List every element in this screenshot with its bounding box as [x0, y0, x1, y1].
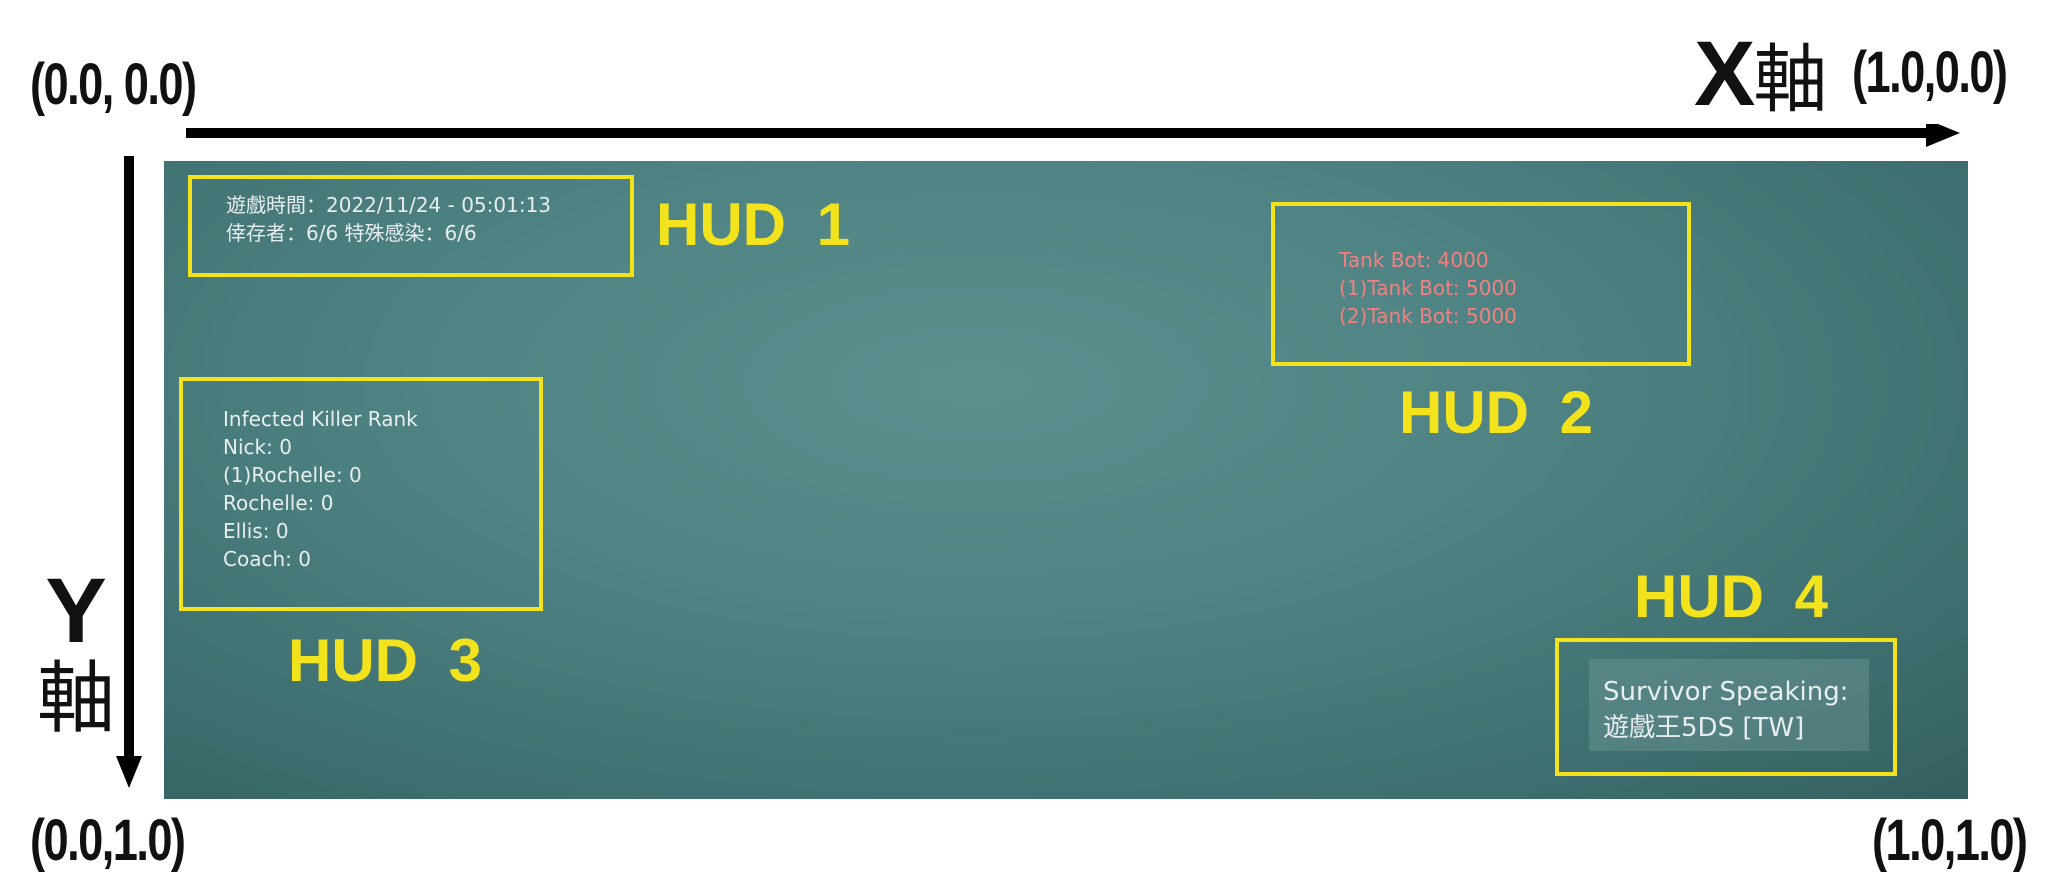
y-axis-title: Y 軸 — [36, 560, 116, 744]
hud4-line-speaker: 遊戲王5DS [TW] — [1603, 713, 1805, 743]
hud2-line-tank-1: Tank Bot: 4000 — [1339, 248, 1489, 272]
hud3-content: Infected Killer Rank Nick: 0 (1)Rochelle… — [223, 405, 418, 573]
corner-label-bottom-left: (0.0,1.0) — [30, 808, 186, 873]
corner-label-top-left: (0.0, 0.0) — [30, 52, 197, 117]
x-axis-arrow-icon — [186, 124, 1960, 147]
y-axis-kanji: 軸 — [36, 654, 115, 744]
hud1-content: 遊戲時間：2022/11/24 - 05:01:13 倖存者：6/6 特殊感染：… — [226, 191, 551, 247]
hud2-frame: Tank Bot: 4000 (1)Tank Bot: 5000 (2)Tank… — [1271, 202, 1691, 366]
x-axis-title: X軸 — [1694, 28, 1827, 120]
corner-label-top-right: (1.0,0.0) — [1852, 40, 2008, 105]
hud1-line-time: 遊戲時間：2022/11/24 - 05:01:13 — [226, 193, 552, 217]
x-axis-kanji: 軸 — [1753, 37, 1828, 123]
hud3-line-nick: Nick: 0 — [223, 435, 292, 459]
x-axis-letter: X — [1694, 23, 1755, 125]
hud1-frame: 遊戲時間：2022/11/24 - 05:01:13 倖存者：6/6 特殊感染：… — [188, 175, 634, 277]
hud2-line-tank-3: (2)Tank Bot: 5000 — [1339, 304, 1517, 328]
hud2-label: HUD 2 — [1399, 379, 1594, 446]
hud1-label: HUD 1 — [656, 191, 851, 258]
hud1-line-counts: 倖存者：6/6 特殊感染：6/6 — [226, 221, 477, 245]
hud4-content: Survivor Speaking: 遊戲王5DS [TW] — [1603, 674, 1849, 746]
hud3-frame: Infected Killer Rank Nick: 0 (1)Rochelle… — [179, 377, 543, 611]
hud3-line-ellis: Ellis: 0 — [223, 519, 289, 543]
y-axis-letter: Y — [45, 560, 107, 662]
hud3-line-rochelle: Rochelle: 0 — [223, 491, 334, 515]
hud2-content: Tank Bot: 4000 (1)Tank Bot: 5000 (2)Tank… — [1339, 246, 1517, 330]
corner-label-bottom-right: (1.0,1.0) — [1872, 808, 2028, 873]
hud3-line-rochelle-1: (1)Rochelle: 0 — [223, 463, 362, 487]
hud3-label: HUD 3 — [288, 627, 483, 694]
hud2-line-tank-2: (1)Tank Bot: 5000 — [1339, 276, 1517, 300]
hud4-line-title: Survivor Speaking: — [1603, 677, 1849, 707]
hud3-line-title: Infected Killer Rank — [223, 407, 418, 431]
hud3-line-coach: Coach: 0 — [223, 547, 311, 571]
hud4-frame: Survivor Speaking: 遊戲王5DS [TW] — [1555, 638, 1897, 776]
hud4-label: HUD 4 — [1634, 563, 1829, 630]
y-axis-arrow-icon — [116, 156, 142, 788]
game-screen: 遊戲時間：2022/11/24 - 05:01:13 倖存者：6/6 特殊感染：… — [164, 161, 1968, 799]
